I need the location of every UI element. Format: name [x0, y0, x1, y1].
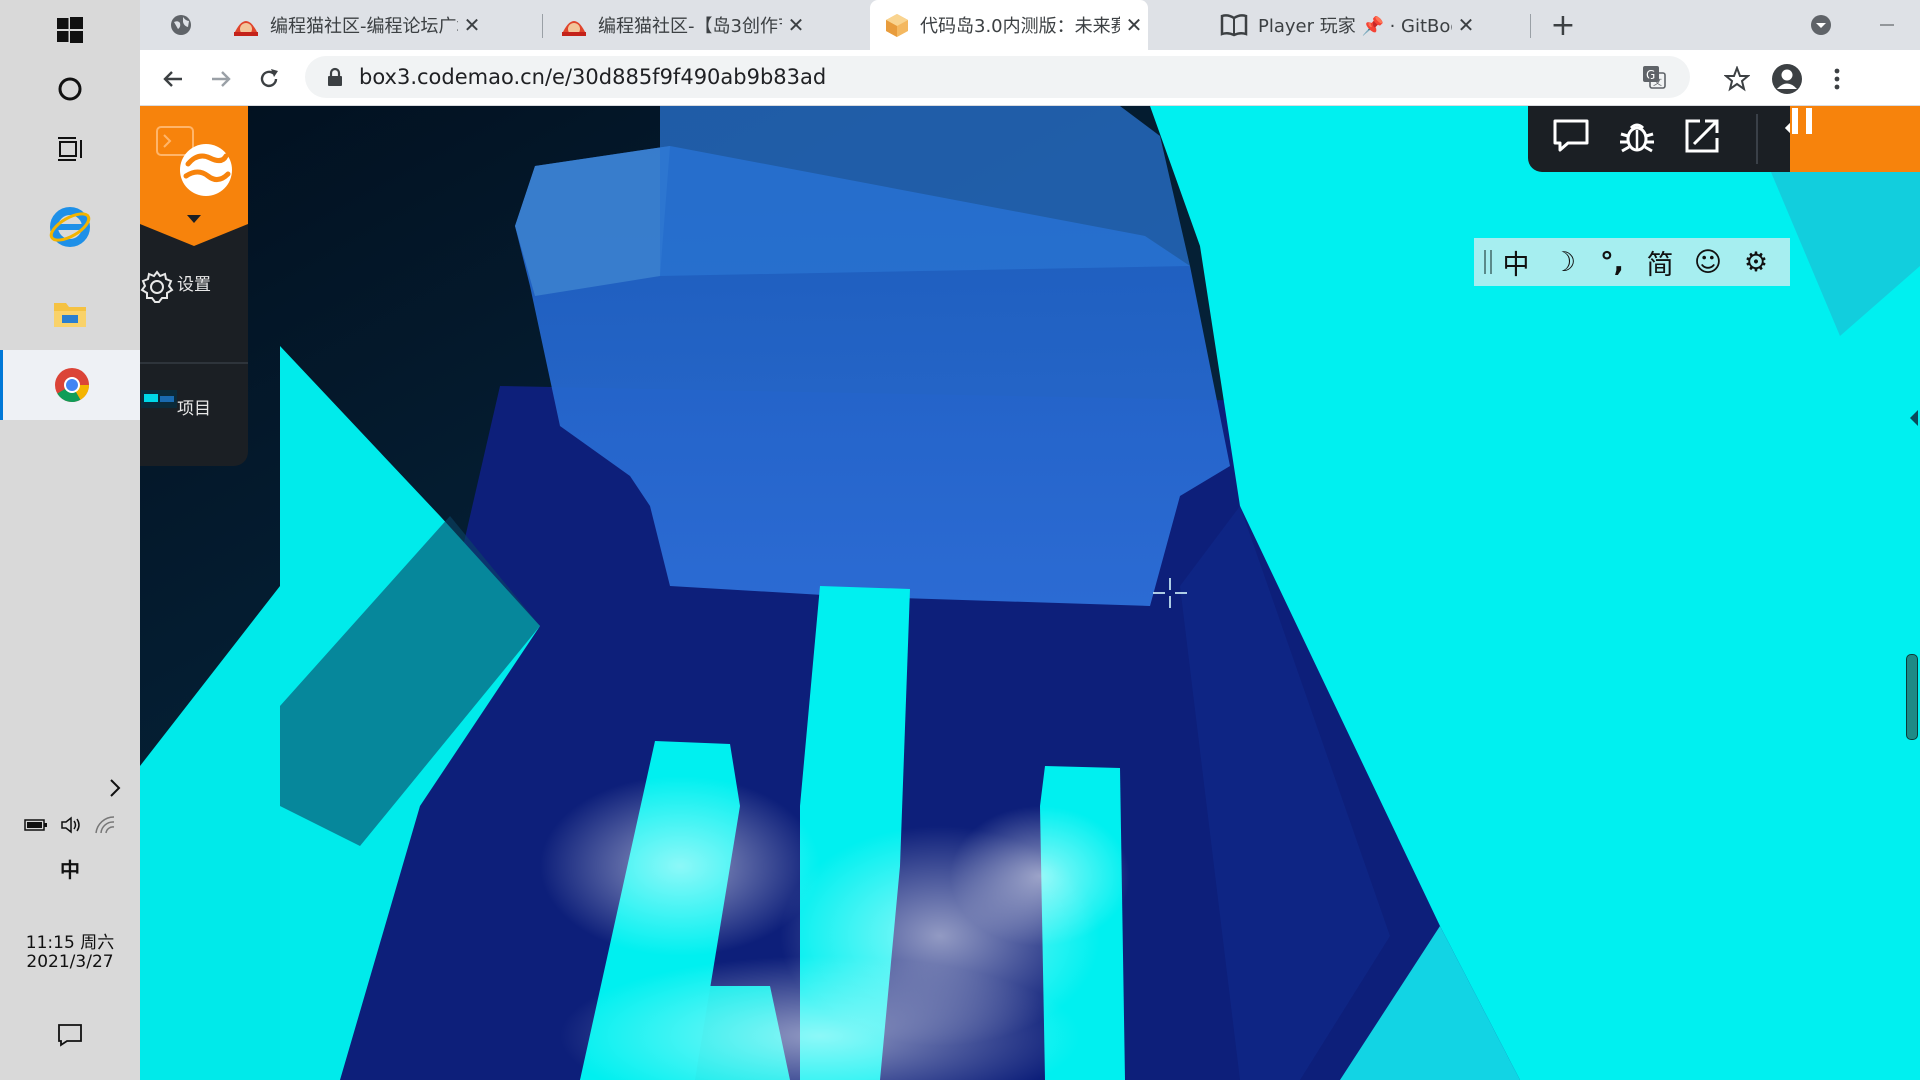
gear-icon — [140, 270, 174, 303]
tab-forum-square[interactable]: 编程猫社区-编程论坛广场-编 ✕ — [220, 0, 486, 50]
forward-button[interactable] — [204, 62, 238, 96]
ime-punctuation-icon[interactable]: °, — [1588, 247, 1636, 278]
panel-divider — [140, 362, 248, 364]
taskbar-file-explorer[interactable] — [0, 286, 140, 342]
star-icon — [1724, 66, 1750, 92]
expand-icon — [1685, 119, 1719, 153]
profile-button[interactable] — [1770, 62, 1804, 96]
svg-text:文: 文 — [1653, 76, 1662, 88]
tab-creation-festival[interactable]: 编程猫社区-【岛3创作节】担 ✕ — [548, 0, 810, 50]
logo-tab-notch — [140, 224, 248, 246]
reload-icon — [260, 69, 278, 88]
ime-emoji-icon[interactable]: ☺ — [1684, 247, 1732, 278]
google-translate-icon: G文 — [1643, 66, 1666, 89]
tab-gitbook-player[interactable]: Player 玩家 📌 · GitBook ✕ — [1208, 0, 1480, 50]
tab-close-icon[interactable]: ✕ — [1120, 13, 1148, 37]
editor-side-panel: 设置 项目 — [140, 106, 248, 466]
task-view-icon — [58, 137, 82, 161]
new-tab-button[interactable]: + — [1538, 0, 1588, 50]
box3-logo-icon — [180, 144, 232, 196]
dropdown-circle-icon — [1811, 15, 1831, 35]
clock-time[interactable]: 11:15 周六 — [0, 928, 140, 953]
chrome-window: 编程猫社区-编程论坛广场-编 ✕ 编程猫社区-【岛3创作节】担 ✕ 代码岛3.0… — [140, 0, 1920, 1080]
back-button[interactable] — [156, 62, 190, 96]
cortana-circle-icon — [58, 77, 82, 101]
ime-moon-icon[interactable]: ☽ — [1540, 247, 1588, 278]
action-center-button[interactable] — [0, 1012, 140, 1058]
translate-button[interactable]: G文 — [1637, 60, 1671, 94]
ime-drag-handle[interactable] — [1484, 250, 1492, 274]
scroll-handle[interactable] — [1906, 654, 1918, 740]
codemao-favicon-icon — [562, 21, 586, 36]
chevron-right-icon — [110, 779, 121, 797]
box3-cube-favicon-icon — [886, 14, 908, 37]
chrome-icon — [54, 368, 89, 402]
project-thumbnail-icon — [141, 390, 177, 408]
tab-close-icon[interactable]: ✕ — [458, 13, 486, 37]
windows-logo-icon — [57, 17, 83, 43]
folder-icon — [54, 303, 86, 327]
codemao-favicon-icon — [234, 21, 258, 36]
game-viewport[interactable]: 设置 项目 中 ☽ °, 简 ☺ ⚙ — [140, 106, 1920, 1080]
tab-separator — [542, 14, 543, 38]
taskbar-ie[interactable] — [0, 196, 140, 256]
browser-toolbar: box3.codemao.cn/e/30d885f9f490ab9b83ad G… — [140, 50, 1920, 106]
bug-icon — [1620, 123, 1654, 153]
reload-button[interactable] — [252, 62, 286, 96]
tab-box3-racing[interactable]: 代码岛3.0内测版：未来赛车 ✕ — [870, 0, 1148, 50]
pause-icon — [1792, 108, 1812, 134]
settings-panel-button[interactable]: 设置 — [140, 270, 248, 303]
avatar-icon — [1772, 64, 1802, 94]
gitbook-book-icon — [1220, 14, 1248, 37]
clock-date[interactable]: 2021/3/27 — [0, 952, 140, 972]
project-panel-button[interactable]: 项目 — [140, 388, 248, 419]
battery-icon[interactable] — [24, 817, 48, 833]
ime-toolbar: 中 ☽ °, 简 ☺ ⚙ — [1474, 238, 1790, 286]
chat-button[interactable] — [1552, 118, 1594, 160]
ime-simplified[interactable]: 简 — [1636, 243, 1684, 282]
wifi-icon[interactable] — [94, 815, 116, 835]
ime-mode-chinese[interactable]: 中 — [1492, 243, 1540, 282]
debug-button[interactable] — [1618, 118, 1660, 160]
globe-icon — [171, 15, 191, 35]
tab-separator — [1530, 14, 1531, 38]
fullscreen-button[interactable] — [1684, 118, 1726, 160]
notification-icon — [58, 1024, 82, 1047]
tab-close-icon[interactable]: ✕ — [1452, 13, 1480, 37]
task-view-button[interactable] — [0, 126, 140, 172]
minimize-button[interactable] — [1870, 8, 1904, 42]
volume-icon[interactable] — [60, 815, 82, 835]
tab-search-button[interactable] — [164, 8, 198, 42]
chevron-down-icon[interactable] — [186, 214, 202, 224]
taskbar-chrome[interactable] — [0, 350, 140, 420]
show-hidden-icons-button[interactable] — [0, 772, 140, 804]
pause-button[interactable] — [1790, 106, 1920, 172]
side-chevron-icon[interactable] — [1908, 406, 1920, 430]
more-vert-icon — [1834, 68, 1840, 90]
chat-bubble-icon — [1553, 119, 1589, 152]
arrow-left-icon — [163, 71, 182, 87]
search-button[interactable] — [0, 66, 140, 112]
tab-close-icon[interactable]: ✕ — [782, 13, 810, 37]
start-button[interactable] — [0, 8, 140, 52]
tab-list-button[interactable] — [1804, 8, 1838, 42]
ime-settings-icon[interactable]: ⚙ — [1732, 247, 1780, 278]
toolbar-divider — [1756, 114, 1758, 164]
arrow-right-icon — [212, 71, 231, 87]
chrome-menu-button[interactable] — [1820, 62, 1854, 96]
system-tray-icons — [0, 810, 140, 840]
address-bar[interactable]: box3.codemao.cn/e/30d885f9f490ab9b83ad G… — [305, 56, 1690, 98]
box3-logo-area[interactable] — [140, 106, 248, 224]
minimize-icon — [1880, 24, 1894, 26]
windows-taskbar: 中 11:15 周六 2021/3/27 — [0, 0, 140, 1080]
url-text[interactable]: box3.codemao.cn/e/30d885f9f490ab9b83ad — [359, 65, 826, 89]
internet-explorer-icon — [49, 207, 91, 247]
lock-icon[interactable] — [325, 66, 345, 88]
bookmark-star-button[interactable] — [1720, 62, 1754, 96]
tab-strip: 编程猫社区-编程论坛广场-编 ✕ 编程猫社区-【岛3创作节】担 ✕ 代码岛3.0… — [140, 0, 1920, 50]
ime-indicator[interactable]: 中 — [0, 854, 140, 883]
